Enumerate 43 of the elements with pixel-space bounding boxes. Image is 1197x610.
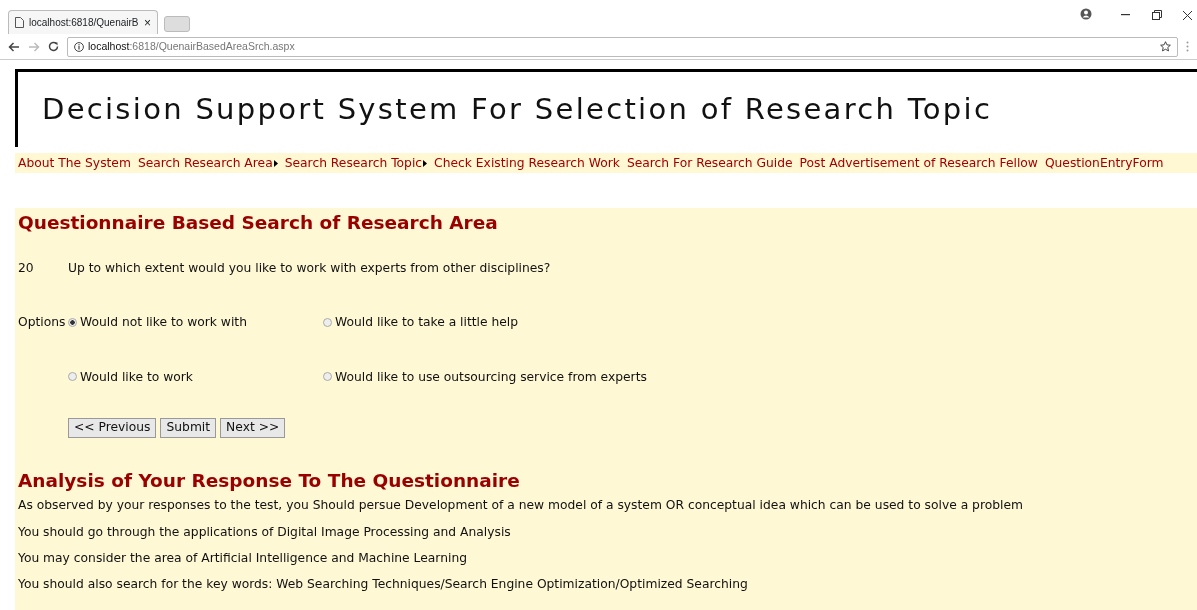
section-heading: Analysis of Your Response To The Questionnaire bbox=[18, 469, 521, 493]
option-label[interactable]: Would like to work bbox=[80, 367, 193, 386]
page-icon bbox=[15, 17, 24, 28]
question-text: Up to which extent would you like to work with experts from other disciplines? bbox=[68, 259, 551, 277]
menu-link[interactable]: About The System bbox=[18, 154, 131, 173]
analysis-text: You should also search for the key words: Web Searching Techniques/Search Engine Optimization/Optimized Searching bbox=[18, 576, 749, 594]
star-icon[interactable] bbox=[1160, 41, 1171, 52]
account-icon[interactable] bbox=[1080, 8, 1092, 20]
close-icon[interactable]: × bbox=[144, 13, 151, 32]
question-number: 20 bbox=[18, 259, 35, 277]
tab-title: localhost:6818/QuenairB bbox=[29, 16, 139, 30]
browser-tab[interactable]: localhost:6818/QuenairB × bbox=[8, 10, 158, 34]
menu-link[interactable]: Search Research Area bbox=[137, 154, 273, 173]
analysis-text: You may consider the area of Artificial Intelligence and Machine Learning bbox=[18, 550, 468, 567]
option-label[interactable]: Would like to use outsourcing service from experts bbox=[335, 367, 647, 386]
address-bar[interactable]: localhost:6818/QuenairBasedAreaSrch.aspx bbox=[67, 36, 1178, 57]
minimize-icon[interactable] bbox=[1121, 14, 1130, 16]
section-heading: Questionnaire Based Search of Research Area bbox=[18, 212, 499, 235]
menu-link[interactable]: Search Research Topic bbox=[284, 154, 423, 173]
form-button[interactable]: Submit bbox=[160, 417, 217, 438]
menu-link[interactable]: Check Existing Research Work bbox=[434, 154, 620, 173]
analysis-text: As observed by your responses to the test, you Should persue Development of a new model of a system OR conceptual idea which can be used to solve a problem bbox=[18, 497, 1024, 515]
menu-link[interactable]: Search For Research Guide bbox=[626, 154, 793, 173]
back-icon[interactable] bbox=[8, 41, 20, 52]
options-label: Options bbox=[18, 314, 67, 332]
analysis-text: You should go through the applications of Digital Image Processing and Analysis bbox=[18, 523, 512, 541]
menu-icon[interactable] bbox=[1186, 41, 1189, 52]
restore-icon[interactable] bbox=[1152, 10, 1162, 20]
reload-icon[interactable] bbox=[48, 41, 59, 52]
radio-button[interactable] bbox=[323, 317, 332, 327]
radio-button[interactable] bbox=[68, 372, 77, 382]
menu-link[interactable]: Post Advertisement of Research Fellow bbox=[799, 154, 1038, 173]
close-icon[interactable] bbox=[1183, 11, 1192, 20]
url-text: localhost:6818/QuenairBasedAreaSrch.aspx bbox=[88, 38, 296, 54]
option-label[interactable]: Would like to take a little help bbox=[335, 313, 519, 332]
option-label[interactable]: Would not like to work with bbox=[80, 313, 247, 332]
menu-link[interactable]: QuestionEntryForm bbox=[1044, 154, 1164, 173]
form-button[interactable]: << Previous bbox=[68, 417, 157, 438]
site-title: Decision Support System For Selection of Research Topic bbox=[42, 90, 993, 128]
radio-button[interactable] bbox=[323, 372, 332, 382]
form-button[interactable]: Next >> bbox=[220, 417, 286, 438]
radio-button[interactable] bbox=[68, 317, 77, 327]
info-icon bbox=[74, 41, 84, 52]
